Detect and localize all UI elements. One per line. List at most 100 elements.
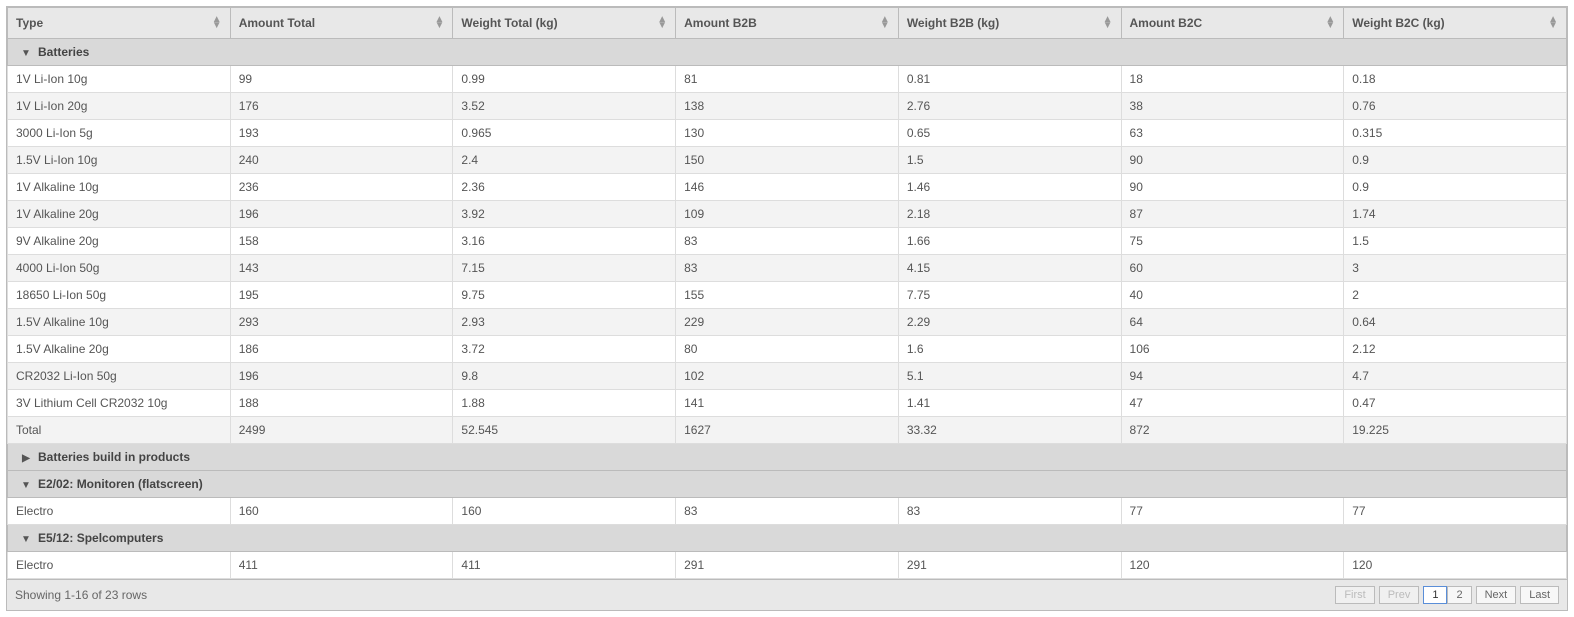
cell-wt_total: 3.92 bbox=[453, 201, 676, 228]
cell-amt_total: 293 bbox=[230, 309, 453, 336]
sort-icon[interactable]: ▲▼ bbox=[1325, 17, 1335, 29]
data-table: Type▲▼Amount Total▲▼Weight Total (kg)▲▼A… bbox=[6, 6, 1568, 580]
cell-amt_b2c: 87 bbox=[1121, 201, 1344, 228]
cell-amt_b2c: 106 bbox=[1121, 336, 1344, 363]
row-status: Showing 1-16 of 23 rows bbox=[15, 588, 147, 602]
sort-icon[interactable]: ▲▼ bbox=[1103, 17, 1113, 29]
table-row: Electro411411291291120120 bbox=[8, 552, 1567, 579]
cell-wt_b2b: 2.18 bbox=[898, 201, 1121, 228]
cell-wt_total: 9.75 bbox=[453, 282, 676, 309]
cell-type: 1.5V Alkaline 10g bbox=[8, 309, 231, 336]
cell-wt_total: 2.4 bbox=[453, 147, 676, 174]
cell-wt_b2b: 33.32 bbox=[898, 417, 1121, 444]
table-row: 3000 Li-Ion 5g1930.9651300.65630.315 bbox=[8, 120, 1567, 147]
cell-type: 1V Alkaline 20g bbox=[8, 201, 231, 228]
sort-icon[interactable]: ▲▼ bbox=[657, 17, 667, 29]
cell-wt_b2c: 1.74 bbox=[1344, 201, 1567, 228]
cell-wt_total: 411 bbox=[453, 552, 676, 579]
table-body: ▼Batteries1V Li-Ion 10g990.99810.81180.1… bbox=[8, 39, 1567, 579]
cell-amt_b2b: 291 bbox=[676, 552, 899, 579]
table-row: 1V Alkaline 20g1963.921092.18871.74 bbox=[8, 201, 1567, 228]
cell-amt_b2c: 90 bbox=[1121, 147, 1344, 174]
cell-wt_b2c: 4.7 bbox=[1344, 363, 1567, 390]
cell-wt_total: 3.52 bbox=[453, 93, 676, 120]
cell-wt_b2c: 2.12 bbox=[1344, 336, 1567, 363]
cell-wt_b2b: 2.76 bbox=[898, 93, 1121, 120]
column-label: Weight B2B (kg) bbox=[907, 16, 999, 30]
cell-amt_total: 186 bbox=[230, 336, 453, 363]
table-row: 1.5V Alkaline 10g2932.932292.29640.64 bbox=[8, 309, 1567, 336]
page-button[interactable]: 1 bbox=[1423, 586, 1447, 604]
first-button[interactable]: First bbox=[1335, 586, 1374, 604]
table-row: 9V Alkaline 20g1583.16831.66751.5 bbox=[8, 228, 1567, 255]
cell-amt_b2b: 109 bbox=[676, 201, 899, 228]
column-header[interactable]: Amount B2C▲▼ bbox=[1121, 8, 1344, 39]
cell-wt_b2c: 0.315 bbox=[1344, 120, 1567, 147]
cell-wt_total: 9.8 bbox=[453, 363, 676, 390]
cell-amt_total: 188 bbox=[230, 390, 453, 417]
table-row: 1.5V Alkaline 20g1863.72801.61062.12 bbox=[8, 336, 1567, 363]
cell-type: CR2032 Li-Ion 50g bbox=[8, 363, 231, 390]
chevron-right-icon[interactable]: ▶ bbox=[20, 453, 32, 464]
chevron-down-icon[interactable]: ▼ bbox=[20, 480, 32, 491]
cell-amt_b2c: 872 bbox=[1121, 417, 1344, 444]
cell-amt_b2c: 38 bbox=[1121, 93, 1344, 120]
cell-type: 9V Alkaline 20g bbox=[8, 228, 231, 255]
cell-wt_b2c: 2 bbox=[1344, 282, 1567, 309]
table-row: Electro16016083837777 bbox=[8, 498, 1567, 525]
cell-wt_b2b: 4.15 bbox=[898, 255, 1121, 282]
column-header[interactable]: Type▲▼ bbox=[8, 8, 231, 39]
cell-wt_total: 7.15 bbox=[453, 255, 676, 282]
cell-type: 1V Li-Ion 10g bbox=[8, 66, 231, 93]
cell-amt_b2c: 18 bbox=[1121, 66, 1344, 93]
cell-amt_total: 196 bbox=[230, 201, 453, 228]
cell-type: 1.5V Li-Ion 10g bbox=[8, 147, 231, 174]
sort-icon[interactable]: ▲▼ bbox=[880, 17, 890, 29]
cell-amt_b2b: 146 bbox=[676, 174, 899, 201]
table-row: 3V Lithium Cell CR2032 10g1881.881411.41… bbox=[8, 390, 1567, 417]
sort-icon[interactable]: ▲▼ bbox=[212, 17, 222, 29]
cell-amt_total: 99 bbox=[230, 66, 453, 93]
table-row: 1.5V Li-Ion 10g2402.41501.5900.9 bbox=[8, 147, 1567, 174]
cell-wt_b2c: 77 bbox=[1344, 498, 1567, 525]
sort-icon[interactable]: ▲▼ bbox=[1548, 17, 1558, 29]
column-header[interactable]: Weight Total (kg) ▲▼ bbox=[453, 8, 676, 39]
prev-button[interactable]: Prev bbox=[1379, 586, 1420, 604]
table-row: 18650 Li-Ion 50g1959.751557.75402 bbox=[8, 282, 1567, 309]
cell-amt_total: 2499 bbox=[230, 417, 453, 444]
group-header[interactable]: ▼ Batteries bbox=[8, 39, 1567, 66]
cell-amt_b2b: 141 bbox=[676, 390, 899, 417]
cell-type: Electro bbox=[8, 552, 231, 579]
cell-wt_total: 1.88 bbox=[453, 390, 676, 417]
chevron-down-icon[interactable]: ▼ bbox=[20, 48, 32, 59]
cell-amt_b2b: 155 bbox=[676, 282, 899, 309]
cell-type: 1V Li-Ion 20g bbox=[8, 93, 231, 120]
column-header[interactable]: Amount B2B▲▼ bbox=[676, 8, 899, 39]
group-label: Batteries bbox=[38, 45, 89, 59]
sort-icon[interactable]: ▲▼ bbox=[435, 17, 445, 29]
cell-amt_b2b: 81 bbox=[676, 66, 899, 93]
cell-wt_b2b: 1.66 bbox=[898, 228, 1121, 255]
last-button[interactable]: Last bbox=[1520, 586, 1559, 604]
group-header[interactable]: ▼ E5/12: Spelcomputers bbox=[8, 525, 1567, 552]
column-header[interactable]: Amount Total▲▼ bbox=[230, 8, 453, 39]
group-header[interactable]: ▶ Batteries build in products bbox=[8, 444, 1567, 471]
column-header[interactable]: Weight B2C (kg)▲▼ bbox=[1344, 8, 1567, 39]
cell-amt_b2b: 83 bbox=[676, 498, 899, 525]
group-header[interactable]: ▼E2/02: Monitoren (flatscreen) bbox=[8, 471, 1567, 498]
group-label: Batteries build in products bbox=[38, 450, 190, 464]
next-button[interactable]: Next bbox=[1476, 586, 1517, 604]
cell-wt_b2c: 0.47 bbox=[1344, 390, 1567, 417]
cell-wt_b2c: 0.76 bbox=[1344, 93, 1567, 120]
cell-amt_b2c: 47 bbox=[1121, 390, 1344, 417]
column-label: Weight Total (kg) bbox=[461, 16, 557, 30]
cell-wt_b2c: 0.18 bbox=[1344, 66, 1567, 93]
column-header[interactable]: Weight B2B (kg) ▲▼ bbox=[898, 8, 1121, 39]
page-button[interactable]: 2 bbox=[1447, 586, 1471, 604]
chevron-down-icon[interactable]: ▼ bbox=[20, 534, 32, 545]
group-label: E5/12: Spelcomputers bbox=[38, 531, 163, 545]
cell-amt_b2b: 138 bbox=[676, 93, 899, 120]
cell-type: Electro bbox=[8, 498, 231, 525]
cell-amt_b2b: 229 bbox=[676, 309, 899, 336]
cell-amt_total: 143 bbox=[230, 255, 453, 282]
